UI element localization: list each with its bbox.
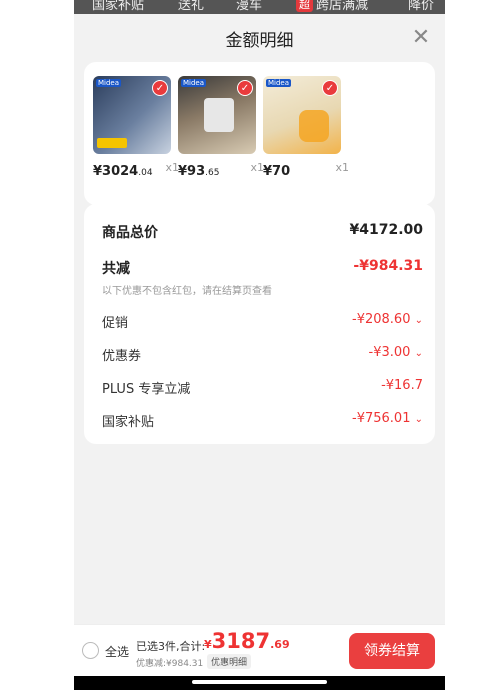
close-icon[interactable]: ✕ [411,27,431,49]
product-image: Midea ✓ [263,76,341,154]
chevron-down-icon: ⌄ [414,315,423,326]
discount-label: PLUS 专享立减 [102,382,191,397]
product-price: ¥93.65 [178,164,220,179]
checkmark-icon: ✓ [237,80,253,96]
checkout-button[interactable]: 领券结算 [349,633,435,669]
discount-row-coupon[interactable]: 优惠券 -¥3.00 ⌄ [102,345,423,365]
product-qty: x1 [250,161,264,174]
brand-badge: Midea [266,79,292,87]
phone-screen: 国家补贴 送礼 漫车 超 跨店满减 降价 金额明细 ✕ Midea ✓ ¥302… [74,0,445,690]
brand-badge: Midea [181,79,207,87]
chevron-down-icon: ⌄ [414,414,423,425]
product-qty: x1 [335,161,349,174]
category-item[interactable]: 国家补贴 [92,0,144,13]
brand-badge: Midea [96,79,122,87]
discount-value: -¥208.60 ⌄ [352,312,423,327]
amount-detail-sheet: 金额明细 ✕ Midea ✓ ¥3024.04 x1 Midea ✓ ¥93.6… [74,14,445,690]
discount-value: -¥756.01 ⌄ [352,411,423,426]
discount-row-promotion[interactable]: 促销 -¥208.60 ⌄ [102,312,423,332]
discount-row-plus: PLUS 专享立减 -¥16.7 [102,378,423,398]
discount-label: 促销 [102,316,129,331]
home-indicator-pill [192,680,327,684]
product-image: Midea ✓ [93,76,171,154]
price-summary: 商品总价 ¥4172.00 共减 -¥984.31 以下优惠不包含红包，请在结算… [84,204,435,444]
product-item[interactable]: Midea ✓ ¥93.65 x1 [178,76,264,179]
home-indicator [74,676,445,690]
discount-detail-button[interactable]: 优惠明细 [207,654,252,669]
discount-label: 优惠券 [102,349,142,364]
discount-value: -¥16.7 [381,378,423,393]
sheet-title: 金额明细 [225,31,294,51]
checkout-bar: 全选 已选3件,合计: ¥3187.69 优惠减:¥984.31 优惠明细 领券… [74,624,445,676]
select-all-label[interactable]: 全选 [105,643,129,660]
product-qty: x1 [165,161,179,174]
product-image: Midea ✓ [178,76,256,154]
checkmark-icon: ✓ [322,80,338,96]
total-row: 商品总价 ¥4172.00 [102,222,423,242]
product-list: Midea ✓ ¥3024.04 x1 Midea ✓ ¥93.65 x1 Mi… [84,62,435,205]
category-tag: 超 [296,0,313,12]
reduce-label: 共减 [102,261,130,277]
product-price: ¥70 [263,164,291,179]
category-item[interactable]: 降价 [408,0,434,13]
total-label: 商品总价 [102,225,158,241]
discount-hint: 以下优惠不包含红包，请在结算页查看 [102,286,272,297]
discount-label: 国家补贴 [102,415,155,430]
category-item[interactable]: 漫车 [236,0,262,13]
category-item[interactable]: 跨店满减 [316,0,368,13]
category-bar: 国家补贴 送礼 漫车 超 跨店满减 降价 [74,0,445,14]
select-all-radio[interactable] [82,642,99,659]
product-item[interactable]: Midea ✓ ¥70 x1 [263,76,349,179]
checkmark-icon: ✓ [152,80,168,96]
category-item[interactable]: 送礼 [178,0,204,13]
chevron-down-icon: ⌄ [414,348,423,359]
discount-total: 优惠减:¥984.31 [136,659,204,669]
checkout-total: ¥3187.69 [204,629,290,653]
discount-row-subsidy[interactable]: 国家补贴 -¥756.01 ⌄ [102,411,423,431]
reduce-row: 共减 -¥984.31 [102,258,423,278]
total-value: ¥4172.00 [349,222,423,238]
selected-count: 已选3件,合计: [136,640,206,653]
product-price: ¥3024.04 [93,164,153,179]
reduce-value: -¥984.31 [353,258,423,274]
discount-value: -¥3.00 ⌄ [368,345,423,360]
product-item[interactable]: Midea ✓ ¥3024.04 x1 [93,76,179,179]
